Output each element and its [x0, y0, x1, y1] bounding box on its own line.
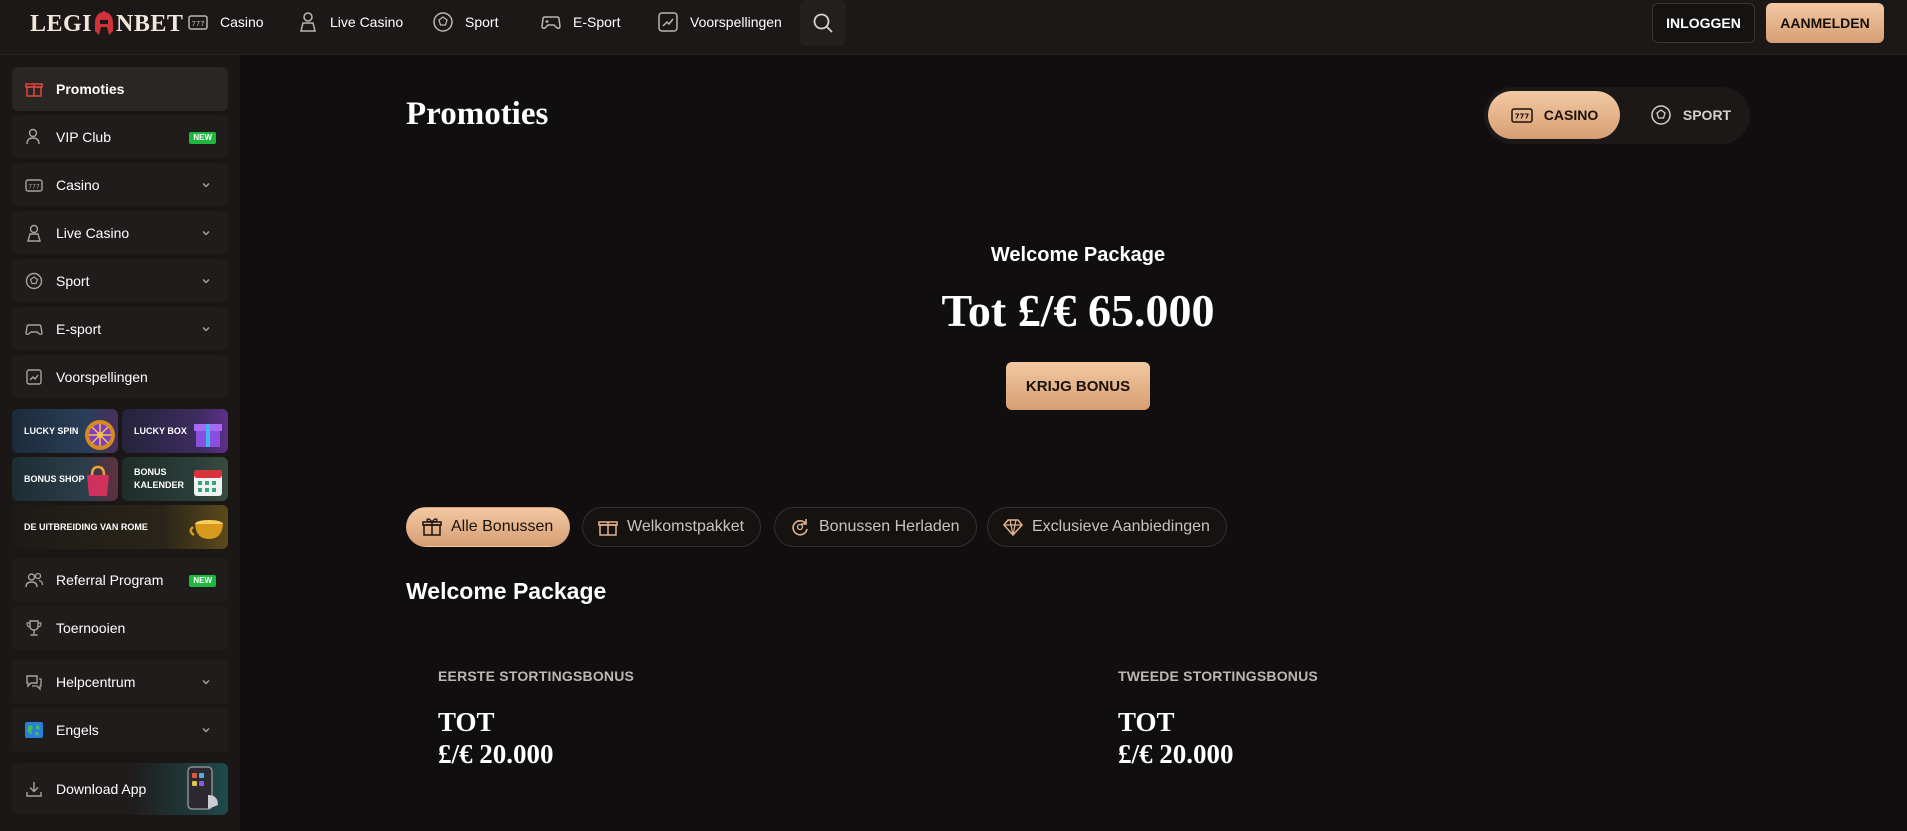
- sidebar-item-engels[interactable]: Engels: [12, 708, 228, 752]
- chevron-down-icon: [202, 183, 210, 188]
- gift-icon: [422, 518, 442, 536]
- register-button[interactable]: AANMELDEN: [1766, 3, 1884, 43]
- svg-text:777: 777: [1514, 113, 1529, 121]
- gift-box-icon: [598, 521, 618, 536]
- toggle-sport[interactable]: SPORT: [1634, 91, 1746, 139]
- chevron-down-icon: [202, 231, 210, 236]
- page-title: Promoties: [406, 96, 549, 132]
- gamepad-icon: [541, 16, 561, 29]
- search-button[interactable]: [800, 0, 846, 46]
- nav-casino[interactable]: 777 Casino: [186, 10, 264, 34]
- hero-headline: Tot £/€ 65.000: [941, 285, 1215, 336]
- tile-lucky-box[interactable]: LUCKY BOX: [122, 409, 228, 453]
- sidebar-item-toernooien[interactable]: Toernooien: [12, 606, 228, 650]
- new-badge: NEW: [189, 132, 216, 144]
- trend-chart-icon: [658, 12, 678, 32]
- diamond-icon: [1003, 519, 1023, 537]
- chat-icon: [24, 672, 44, 692]
- gift-box-icon: [194, 424, 222, 447]
- helmet-logo-icon: [95, 11, 114, 35]
- login-button[interactable]: INLOGGEN: [1652, 3, 1755, 43]
- trend-chart-icon: [24, 367, 44, 387]
- casino-sport-toggle: 777 CASINO SPORT: [1484, 87, 1750, 144]
- wheel-icon: [85, 420, 115, 450]
- svg-text:777: 777: [28, 184, 40, 191]
- download-icon: [24, 779, 44, 799]
- nav-voorspellingen[interactable]: Voorspellingen: [656, 10, 782, 34]
- vip-user-icon: [24, 127, 44, 147]
- tile-bonus-kalender[interactable]: BONUS KALENDER: [122, 457, 228, 501]
- golden-cup-icon: [189, 520, 223, 539]
- hero-subtitle: Welcome Package: [990, 244, 1166, 266]
- gift-icon: [24, 79, 44, 99]
- search-icon: [813, 13, 833, 33]
- nav-sport[interactable]: Sport: [431, 10, 498, 34]
- get-bonus-button[interactable]: KRIJG BONUS: [1006, 362, 1150, 410]
- slot-machine-icon: 777: [1511, 108, 1533, 123]
- filter-alle-bonussen[interactable]: Alle Bonussen: [406, 507, 571, 547]
- reload-icon: [792, 519, 808, 536]
- card-label: EERSTE STORTINGSBONUS: [438, 668, 635, 684]
- chevron-down-icon: [202, 728, 210, 733]
- tile-bonus-shop[interactable]: BONUS SHOP: [12, 457, 118, 501]
- sidebar-item-download-app[interactable]: Download App: [12, 763, 228, 815]
- toggle-casino[interactable]: 777 CASINO: [1488, 91, 1620, 139]
- filter-exclusieve-aanbiedingen[interactable]: Exclusieve Aanbiedingen: [987, 507, 1227, 547]
- sidebar-item-voorspellingen[interactable]: Voorspellingen: [12, 355, 228, 399]
- soccer-ball-icon: [1651, 105, 1671, 125]
- filter-welkomstpakket[interactable]: Welkomstpakket: [582, 507, 762, 547]
- slot-machine-icon: 777: [188, 15, 208, 30]
- svg-text:777: 777: [191, 20, 204, 28]
- shopping-bag-icon: [87, 465, 109, 496]
- sidebar-item-referral-program[interactable]: Referral Program NEW: [12, 558, 228, 602]
- nav-esport[interactable]: E-Sport: [539, 10, 620, 34]
- soccer-ball-icon: [433, 12, 453, 32]
- trophy-icon: [24, 618, 44, 638]
- sidebar-item-vip-club[interactable]: VIP Club NEW: [12, 115, 228, 159]
- dealer-icon: [24, 223, 44, 243]
- sidebar-item-helpcentrum[interactable]: Helpcentrum: [12, 660, 228, 704]
- card-value: TOT £/€ 20.000: [438, 707, 554, 769]
- slot-machine-icon: 777: [24, 175, 44, 195]
- nav-live-casino[interactable]: Live Casino: [296, 10, 403, 34]
- top-bar: LEGI NBET 777 Casino Live Casino Sport E…: [0, 0, 1907, 55]
- sidebar: Promoties VIP Club NEW 777 Casino Live C…: [0, 55, 240, 831]
- filter-bonussen-herladen[interactable]: Bonussen Herladen: [774, 507, 977, 547]
- card-value: TOT £/€ 20.000: [1118, 707, 1234, 769]
- phone-icon: [187, 766, 218, 810]
- section-title: Welcome Package: [406, 578, 607, 604]
- globe-flag-icon: [24, 720, 44, 740]
- sidebar-item-promoties[interactable]: Promoties: [12, 67, 228, 111]
- chevron-down-icon: [202, 680, 210, 685]
- card-label: TWEEDE STORTINGSBONUS: [1118, 668, 1318, 684]
- tile-lucky-spin[interactable]: LUCKY SPIN: [12, 409, 118, 453]
- new-badge: NEW: [189, 575, 216, 587]
- calendar-icon: [194, 470, 222, 496]
- logo[interactable]: LEGI NBET: [30, 9, 183, 39]
- dealer-icon: [300, 12, 316, 32]
- sidebar-item-casino[interactable]: 777 Casino: [12, 163, 228, 207]
- users-icon: [24, 570, 44, 590]
- tile-de-uitbreiding-van-rome[interactable]: DE UITBREIDING VAN ROME: [12, 505, 228, 549]
